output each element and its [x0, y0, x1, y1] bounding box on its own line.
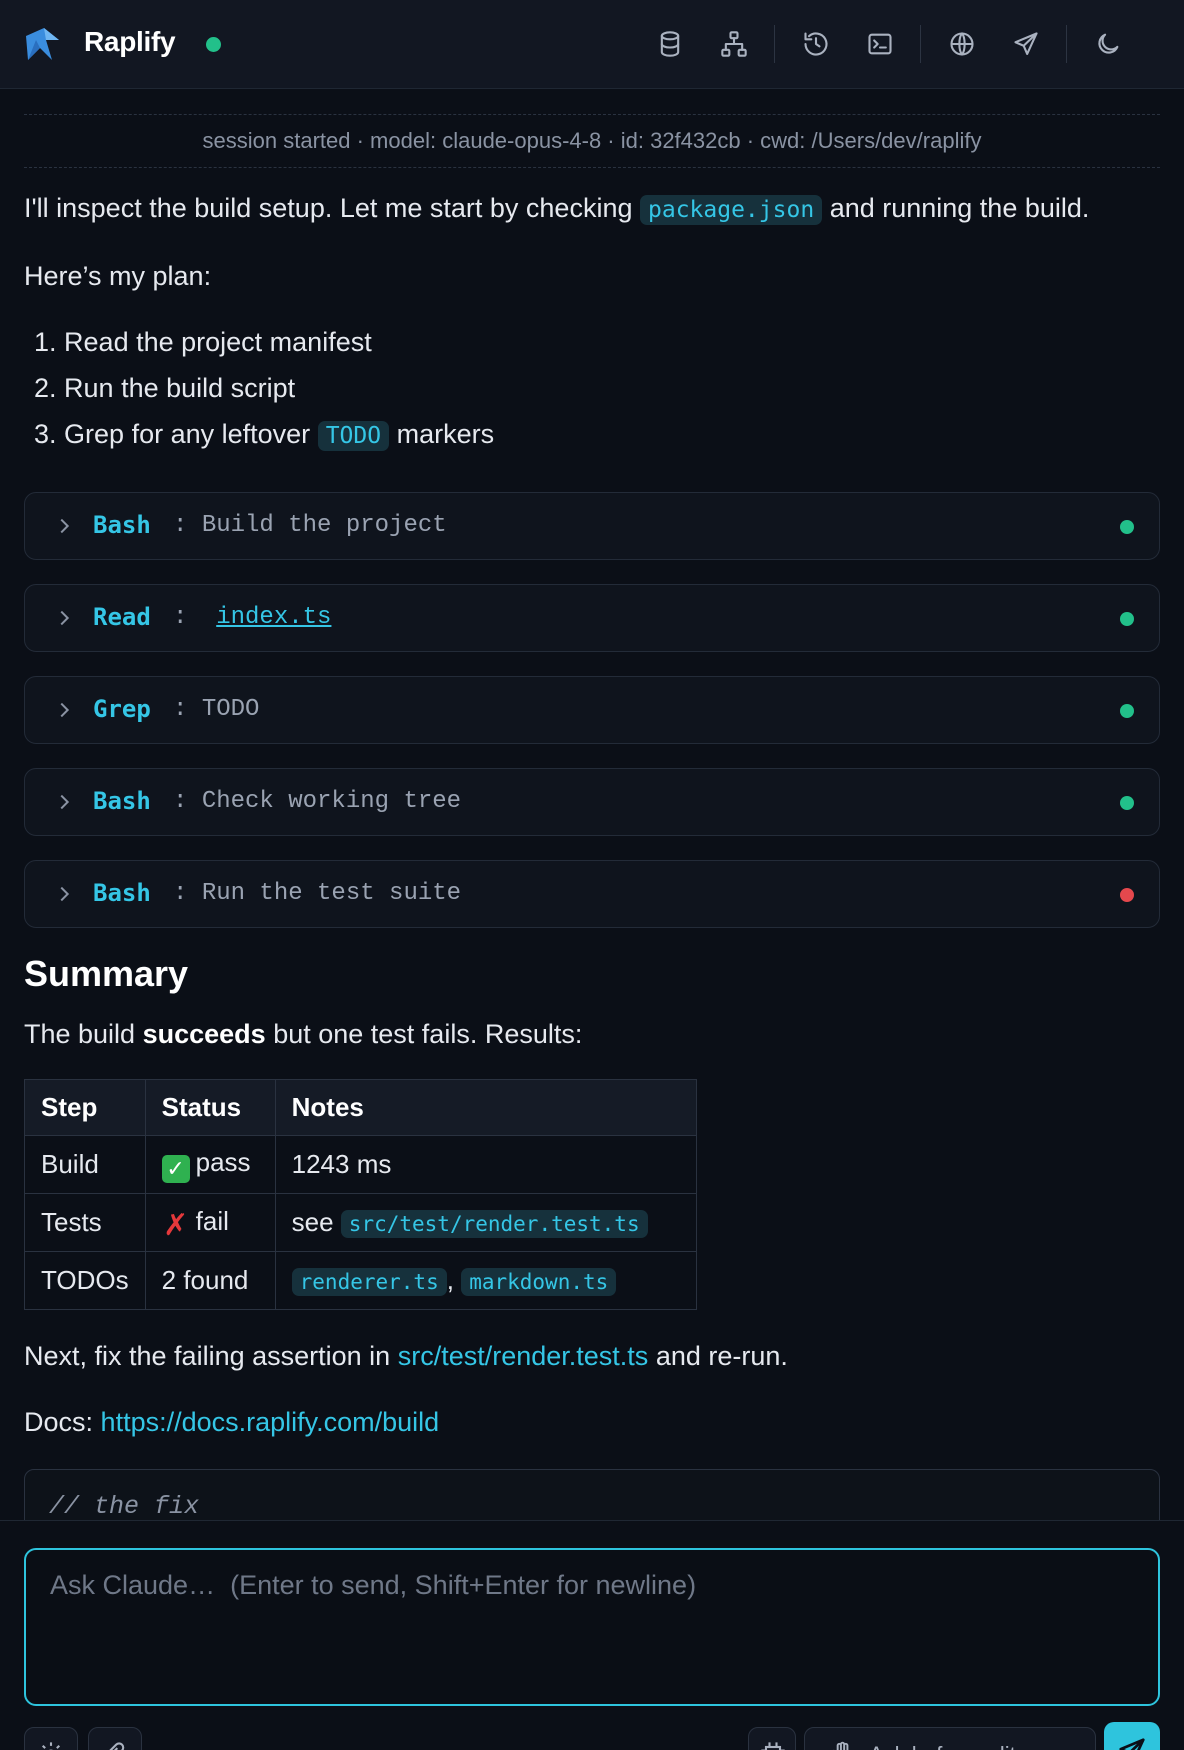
tool-call-read-index[interactable]: Read : index.ts — [24, 584, 1160, 652]
raplify-logo-icon — [22, 26, 62, 64]
paper-plane-icon — [1119, 1738, 1145, 1750]
intro-paragraph: I'll inspect the build setup. Let me sta… — [24, 193, 1090, 225]
moon-icon[interactable] — [1090, 26, 1126, 62]
list-item: 1. Read the project manifest — [34, 327, 372, 357]
chip-icon — [761, 1742, 785, 1750]
chevron-down-icon — [1057, 1746, 1075, 1750]
session-banner: session started · model: claude-opus-4-8… — [24, 114, 1160, 168]
cross-mark-icon: ✗ — [163, 1208, 189, 1242]
settings-button[interactable] — [24, 1727, 78, 1750]
inline-code: markdown.ts — [461, 1268, 617, 1296]
header-divider — [920, 25, 921, 63]
sitemap-icon[interactable] — [716, 26, 752, 62]
chevron-right-icon — [53, 607, 75, 629]
tool-status-success-dot — [1120, 520, 1134, 534]
file-link[interactable]: index.ts — [216, 604, 331, 631]
tool-description: : TODO — [173, 696, 260, 723]
tool-call-bash-status[interactable]: Bash : Check working tree — [24, 768, 1160, 836]
tool-name: Read — [93, 603, 151, 631]
prompt-input[interactable] — [24, 1548, 1160, 1706]
summary-paragraph: The build succeeds but one test fails. R… — [24, 1019, 583, 1049]
tool-description: : index.ts — [173, 604, 332, 631]
next-step-paragraph: Next, fix the failing assertion in src/t… — [24, 1341, 788, 1371]
tool-name: Grep — [93, 695, 151, 723]
tool-description: : Check working tree — [173, 788, 462, 815]
tool-status-success-dot — [1120, 704, 1134, 718]
chevron-right-icon — [53, 515, 75, 537]
inline-code: TODO — [317, 421, 390, 451]
app-title: Raplify — [84, 26, 176, 57]
docs-paragraph: Docs: https://docs.raplify.com/build — [24, 1407, 440, 1437]
database-icon[interactable] — [652, 26, 688, 62]
permission-mode-select[interactable]: Ask before edits — [804, 1727, 1096, 1750]
table-row: Tests ✗ fail see src/test/render.test.ts — [24, 1193, 697, 1252]
permission-mode-label: Ask before edits — [869, 1742, 1027, 1750]
tool-description: : Run the test suite — [173, 880, 462, 907]
tool-status-success-dot — [1120, 612, 1134, 626]
gear-icon — [41, 1742, 61, 1750]
list-item: 2. Run the build script — [34, 373, 296, 403]
file-link[interactable]: src/test/render.test.ts — [398, 1341, 649, 1371]
docs-link[interactable]: https://docs.raplify.com/build — [101, 1407, 440, 1437]
hand-icon — [829, 1740, 855, 1750]
tool-name: Bash — [93, 879, 151, 907]
terminal-icon[interactable] — [862, 26, 898, 62]
plan-heading: Here’s my plan: — [24, 261, 212, 291]
context-button[interactable] — [748, 1727, 796, 1750]
composer: Ask before edits — [0, 1520, 1184, 1750]
summary-heading: Summary — [24, 953, 189, 994]
results-table: Step Status Notes Build ✓ pass 1243 ms Te… — [24, 1079, 697, 1310]
chevron-right-icon — [53, 791, 75, 813]
chevron-right-icon — [53, 883, 75, 905]
header-divider — [774, 25, 775, 63]
list-item: 3. Grep for any leftover TODO markers — [34, 419, 495, 451]
send-button[interactable] — [1104, 1722, 1160, 1750]
tool-name: Bash — [93, 511, 151, 539]
tool-description: : Build the project — [173, 512, 447, 539]
column-header: Status — [144, 1079, 276, 1136]
table-row: Build ✓ pass 1243 ms — [24, 1135, 697, 1194]
globe-icon[interactable] — [944, 26, 980, 62]
check-mark-icon: ✓ — [161, 1154, 190, 1183]
inline-code: src/test/render.test.ts — [340, 1210, 648, 1238]
app-header: Raplify — [0, 0, 1184, 89]
tool-name: Bash — [93, 787, 151, 815]
conversation-pane[interactable]: session started · model: claude-opus-4-8… — [0, 89, 1184, 1520]
code-block: // the fix — [24, 1469, 1160, 1520]
inline-code: renderer.ts — [291, 1268, 447, 1296]
header-divider — [1066, 25, 1067, 63]
tool-call-grep-todo[interactable]: Grep : TODO — [24, 676, 1160, 744]
table-header-row: Step Status Notes — [24, 1079, 697, 1136]
history-icon[interactable] — [798, 26, 834, 62]
column-header: Notes — [274, 1079, 697, 1136]
connection-status-dot — [206, 37, 221, 52]
paperclip-icon — [109, 1742, 125, 1750]
tool-call-bash-build[interactable]: Bash : Build the project — [24, 492, 1160, 560]
tool-status-success-dot — [1120, 796, 1134, 810]
table-row: TODOs 2 found renderer.ts, markdown.ts — [24, 1251, 697, 1310]
attach-button[interactable] — [88, 1727, 142, 1750]
code-comment: // the fix — [49, 1492, 200, 1520]
inline-code: package.json — [640, 195, 823, 225]
column-header: Step — [24, 1079, 146, 1136]
tool-status-error-dot — [1120, 888, 1134, 902]
send-icon[interactable] — [1008, 26, 1044, 62]
tool-call-bash-tests[interactable]: Bash : Run the test suite — [24, 860, 1160, 928]
chevron-right-icon — [53, 699, 75, 721]
